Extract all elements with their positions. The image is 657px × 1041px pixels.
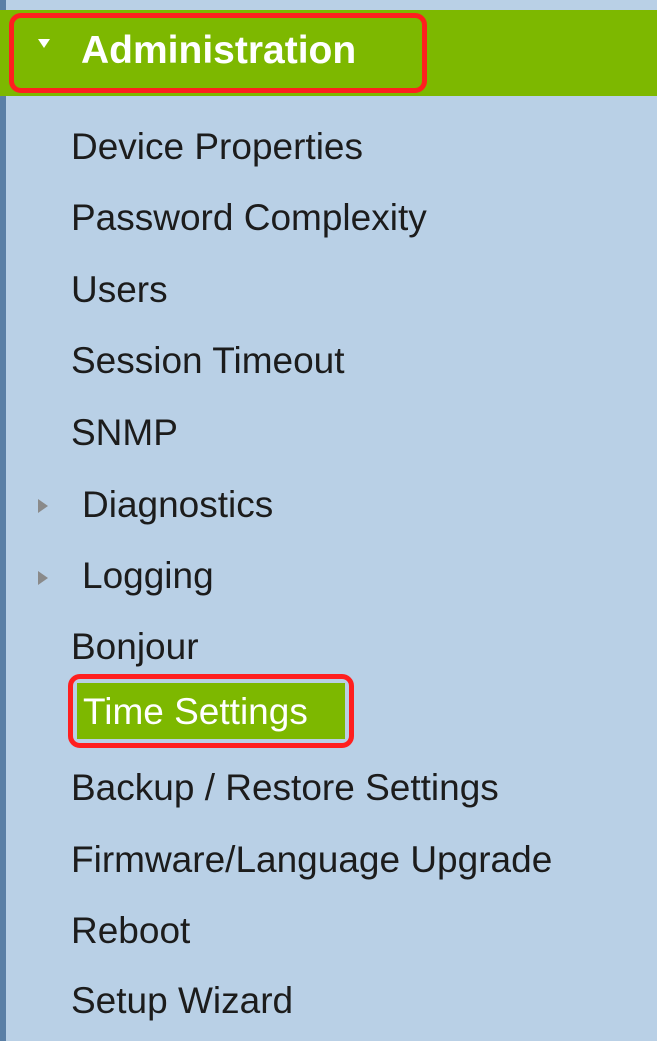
caret-right-icon[interactable] <box>38 571 48 585</box>
menu-item-users[interactable]: Users <box>71 266 168 314</box>
menu-item-device-properties[interactable]: Device Properties <box>71 123 363 171</box>
menu-item-bonjour[interactable]: Bonjour <box>71 623 199 671</box>
caret-right-icon[interactable] <box>38 499 48 513</box>
menu-item-diagnostics[interactable]: Diagnostics <box>82 481 273 529</box>
caret-down-icon[interactable] <box>38 39 50 48</box>
menu-item-logging[interactable]: Logging <box>82 552 214 600</box>
menu-item-time-settings[interactable]: Time Settings <box>68 674 354 748</box>
menu-item-firmware-upgrade[interactable]: Firmware/Language Upgrade <box>71 836 552 884</box>
menu-item-password-complexity[interactable]: Password Complexity <box>71 194 427 242</box>
menu-item-reboot[interactable]: Reboot <box>71 907 190 955</box>
menu-item-label: Time Settings <box>83 691 308 732</box>
menu-item-session-timeout[interactable]: Session Timeout <box>71 337 345 385</box>
menu-item-backup-restore[interactable]: Backup / Restore Settings <box>71 764 499 812</box>
menu-item-snmp[interactable]: SNMP <box>71 409 178 457</box>
administration-title[interactable]: Administration <box>81 26 356 76</box>
menu-item-setup-wizard[interactable]: Setup Wizard <box>71 977 293 1025</box>
panel-left-border <box>0 0 6 1041</box>
